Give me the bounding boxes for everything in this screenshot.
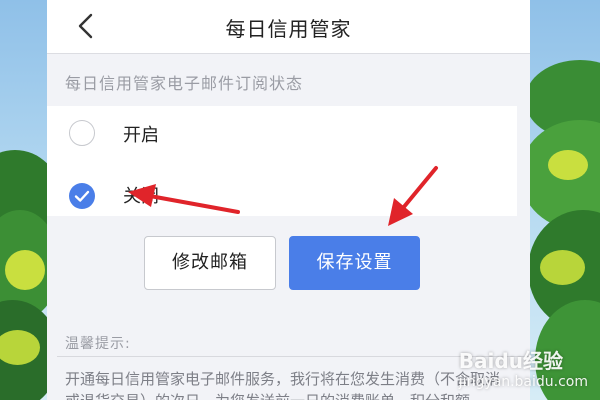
radio-checked-icon[interactable] [69,183,95,209]
watermark-domain: jingyan.baidu.com [458,374,588,390]
subscription-options: 开启 关闭 [47,106,517,216]
navigation-bar: 每日信用管家 [47,0,530,54]
save-settings-button[interactable]: 保存设置 [289,236,420,290]
watermark: Baidu经验 jingyan.baidu.com [459,345,588,390]
subscription-section-label: 每日信用管家电子邮件订阅状态 [65,74,304,93]
radio-unchecked-icon[interactable] [69,120,95,146]
option-enable-label: 开启 [123,125,159,146]
change-email-button[interactable]: 修改邮箱 [144,236,276,290]
tips-title: 温馨提示: [65,336,131,352]
watermark-brand: Baidu经验 [458,349,563,373]
option-enable[interactable]: 开启 [47,106,517,161]
option-disable-label: 关闭 [123,186,159,207]
option-disable[interactable]: 关闭 [47,161,517,216]
tips-text: 开通每日信用管家电子邮件服务，我行将在您发生消费（不含取消或退货交易）的次日，为… [65,370,501,400]
app-screen: 每日信用管家 每日信用管家电子邮件订阅状态 开启 关闭 修改邮箱 保存设置 温馨… [47,0,530,400]
page-title: 每日信用管家 [225,17,352,41]
